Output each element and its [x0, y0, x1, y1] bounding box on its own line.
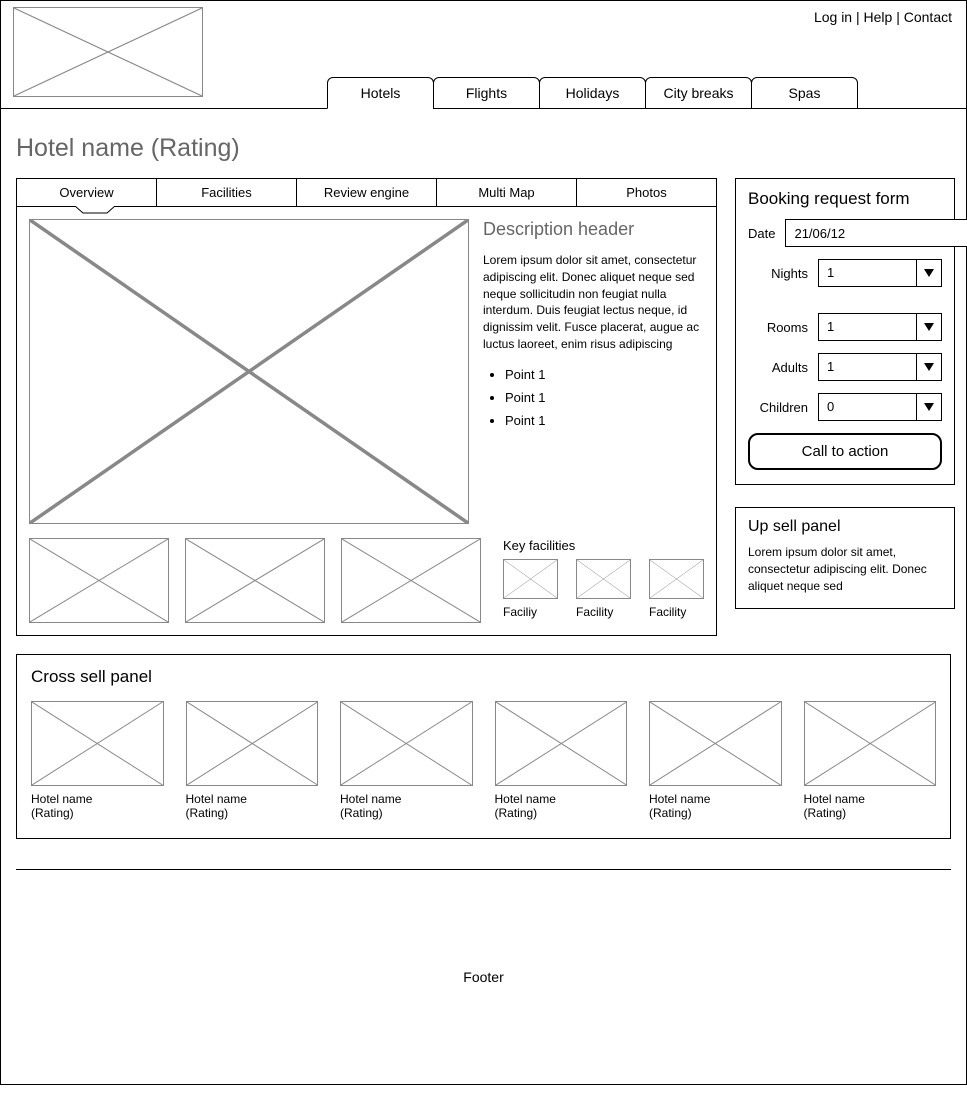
- nights-value: 1: [818, 259, 916, 287]
- page-title: Hotel name (Rating): [16, 134, 951, 163]
- logo-placeholder[interactable]: [13, 7, 203, 97]
- chevron-down-icon[interactable]: [916, 393, 942, 421]
- footer: Footer: [16, 869, 951, 1084]
- cross-sell-panel: Cross sell panel Hotel name (Rating) Hot…: [16, 654, 951, 839]
- thumbnail-image[interactable]: [29, 538, 169, 623]
- hotel-rating: (Rating): [649, 806, 782, 820]
- hotel-rating: (Rating): [31, 806, 164, 820]
- adults-value: 1: [818, 353, 916, 381]
- nav-tab-hotels[interactable]: Hotels: [327, 77, 434, 109]
- header: Log in | Help | Contact Hotels Flights H…: [1, 1, 966, 109]
- tab-review-engine[interactable]: Review engine: [297, 179, 437, 206]
- thumbnail-image[interactable]: [185, 538, 325, 623]
- facility-item: Facility: [649, 559, 704, 619]
- hotel-image-placeholder: [495, 701, 628, 786]
- hotel-rating: (Rating): [340, 806, 473, 820]
- upsell-title: Up sell panel: [748, 518, 942, 536]
- hotel-rating: (Rating): [495, 806, 628, 820]
- nav-tab-city-breaks[interactable]: City breaks: [645, 77, 752, 109]
- help-link[interactable]: Help: [864, 9, 893, 25]
- hotel-name: Hotel name: [649, 792, 782, 806]
- rooms-value: 1: [818, 313, 916, 341]
- chevron-down-icon[interactable]: [916, 353, 942, 381]
- description-point: Point 1: [505, 367, 704, 382]
- nav-tab-holidays[interactable]: Holidays: [539, 77, 646, 109]
- thumbnail-image[interactable]: [341, 538, 481, 623]
- active-tab-indicator-icon: [75, 206, 115, 214]
- date-input[interactable]: [785, 219, 967, 247]
- children-label: Children: [748, 400, 808, 415]
- facility-icon: [503, 559, 558, 599]
- description-point: Point 1: [505, 390, 704, 405]
- cross-sell-item[interactable]: Hotel name (Rating): [649, 701, 782, 820]
- cross-sell-item[interactable]: Hotel name (Rating): [804, 701, 937, 820]
- hotel-name: Hotel name: [804, 792, 937, 806]
- description-point: Point 1: [505, 413, 704, 428]
- nav-tab-spas[interactable]: Spas: [751, 77, 858, 109]
- key-facilities-title: Key facilities: [503, 538, 704, 553]
- facility-label: Facility: [649, 605, 686, 619]
- adults-label: Adults: [748, 360, 808, 375]
- facility-label: Facility: [576, 605, 613, 619]
- detail-body: Description header Lorem ipsum dolor sit…: [16, 206, 717, 636]
- chevron-down-icon[interactable]: [916, 259, 942, 287]
- main-nav: Hotels Flights Holidays City breaks Spas: [328, 77, 858, 109]
- date-label: Date: [748, 226, 775, 241]
- upsell-panel: Up sell panel Lorem ipsum dolor sit amet…: [735, 507, 955, 609]
- nights-select[interactable]: 1: [818, 259, 942, 287]
- tab-overview[interactable]: Overview: [17, 179, 157, 206]
- login-link[interactable]: Log in: [814, 9, 852, 25]
- children-value: 0: [818, 393, 916, 421]
- cross-sell-item[interactable]: Hotel name (Rating): [340, 701, 473, 820]
- hotel-image-placeholder: [340, 701, 473, 786]
- top-links: Log in | Help | Contact: [814, 9, 952, 25]
- tab-photos[interactable]: Photos: [577, 179, 716, 206]
- facility-icon: [649, 559, 704, 599]
- hero-image-placeholder: [29, 219, 469, 524]
- cross-sell-item[interactable]: Hotel name (Rating): [31, 701, 164, 820]
- hotel-rating: (Rating): [804, 806, 937, 820]
- booking-form: Booking request form Date Nights 1: [735, 178, 955, 485]
- chevron-down-icon[interactable]: [916, 313, 942, 341]
- hotel-name: Hotel name: [186, 792, 319, 806]
- rooms-label: Rooms: [748, 320, 808, 335]
- hotel-name: Hotel name: [31, 792, 164, 806]
- cross-sell-item[interactable]: Hotel name (Rating): [495, 701, 628, 820]
- children-select[interactable]: 0: [818, 393, 942, 421]
- upsell-body: Lorem ipsum dolor sit amet, consectetur …: [748, 544, 942, 594]
- cross-sell-item[interactable]: Hotel name (Rating): [186, 701, 319, 820]
- description-points: Point 1 Point 1 Point 1: [483, 367, 704, 428]
- cross-sell-title: Cross sell panel: [31, 667, 936, 687]
- hotel-image-placeholder: [31, 701, 164, 786]
- cta-button[interactable]: Call to action: [748, 433, 942, 470]
- tab-multi-map[interactable]: Multi Map: [437, 179, 577, 206]
- contact-link[interactable]: Contact: [904, 9, 952, 25]
- hotel-name: Hotel name: [495, 792, 628, 806]
- facility-icon: [576, 559, 631, 599]
- adults-select[interactable]: 1: [818, 353, 942, 381]
- description-header: Description header: [483, 219, 704, 240]
- hotel-image-placeholder: [649, 701, 782, 786]
- facility-item: Facility: [576, 559, 631, 619]
- nav-tab-flights[interactable]: Flights: [433, 77, 540, 109]
- hotel-rating: (Rating): [186, 806, 319, 820]
- hotel-image-placeholder: [186, 701, 319, 786]
- detail-tabs: Overview Facilities Review engine Multi …: [16, 178, 717, 206]
- tab-facilities[interactable]: Facilities: [157, 179, 297, 206]
- nights-label: Nights: [748, 266, 808, 281]
- description-body: Lorem ipsum dolor sit amet, consectetur …: [483, 252, 704, 353]
- rooms-select[interactable]: 1: [818, 313, 942, 341]
- facility-item: Faciliy: [503, 559, 558, 619]
- booking-title: Booking request form: [748, 189, 942, 209]
- hotel-name: Hotel name: [340, 792, 473, 806]
- hotel-image-placeholder: [804, 701, 937, 786]
- facility-label: Faciliy: [503, 605, 537, 619]
